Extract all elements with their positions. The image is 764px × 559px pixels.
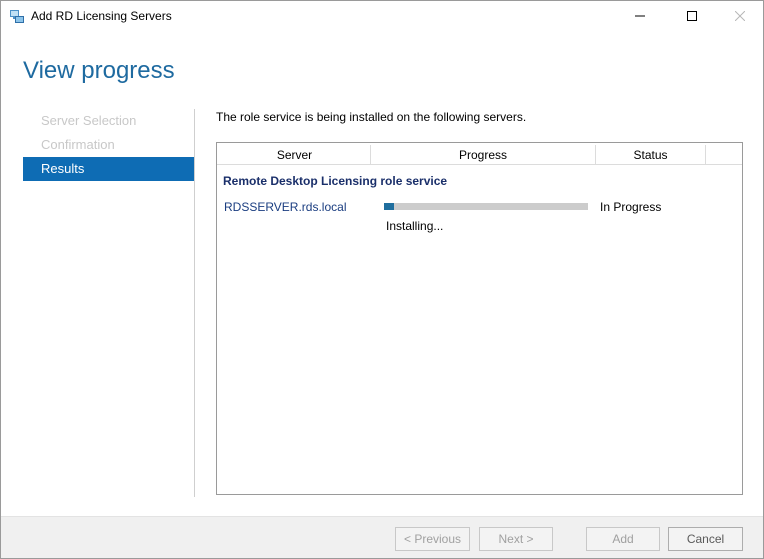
maximize-icon [687,11,697,21]
close-button[interactable] [717,1,763,31]
progress-bar-fill [384,203,394,210]
maximize-button[interactable] [669,1,715,31]
cancel-button[interactable]: Cancel [668,527,743,551]
table-header: Server Progress Status [217,145,742,165]
wizard-nav: Server Selection Confirmation Results [23,109,194,181]
wizard-footer: < Previous Next > Add Cancel [1,516,763,558]
column-header-status[interactable]: Status [596,145,706,165]
progress-bar [384,203,588,210]
server-manager-icon [10,10,24,23]
add-button[interactable]: Add [586,527,660,551]
progress-table: Server Progress Status Remote Desktop Li… [216,142,743,495]
wizard-window: Add RD Licensing Servers View progress S… [0,0,764,559]
title-bar[interactable]: Add RD Licensing Servers [1,1,763,31]
nav-item-results[interactable]: Results [23,157,194,181]
next-button[interactable]: Next > [479,527,553,551]
previous-button[interactable]: < Previous [395,527,470,551]
progress-text: Installing... [386,219,444,233]
server-name: RDSSERVER.rds.local [224,200,347,214]
page-title: View progress [23,57,175,84]
group-title: Remote Desktop Licensing role service [223,174,448,188]
status-text: In Progress [600,200,662,214]
nav-divider [194,109,195,497]
intro-text: The role service is being installed on t… [216,110,527,124]
wizard-header: View progress [1,31,763,101]
minimize-icon [635,15,645,17]
column-header-server[interactable]: Server [219,145,371,165]
column-header-progress[interactable]: Progress [371,145,596,165]
minimize-button[interactable] [617,1,663,31]
window-title: Add RD Licensing Servers [31,9,172,23]
nav-item-confirmation: Confirmation [41,137,115,152]
nav-item-server-selection: Server Selection [41,113,137,128]
close-icon [735,11,745,21]
